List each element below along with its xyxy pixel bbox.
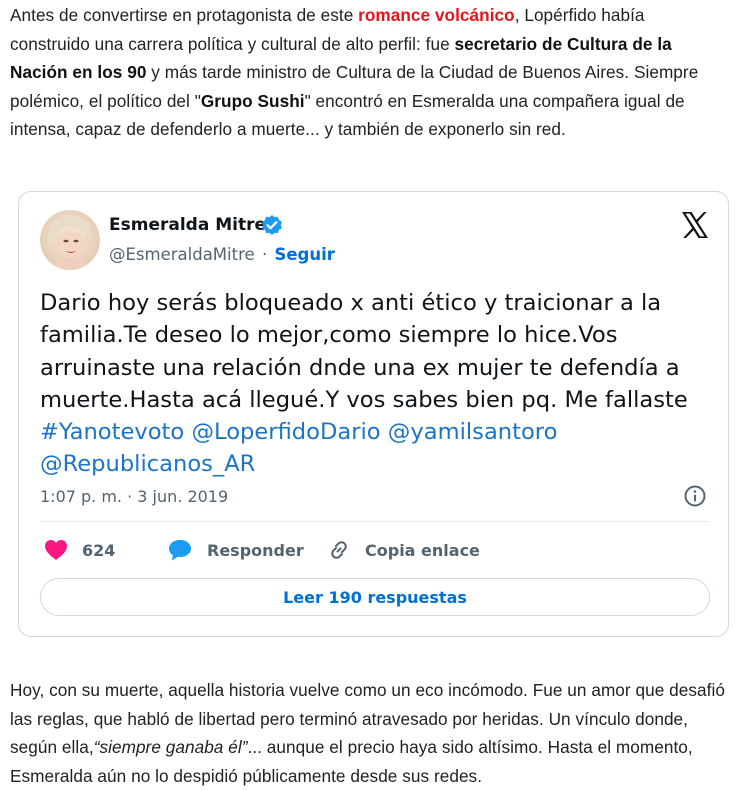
handle-row: @EsmeraldaMitre · Seguir: [109, 245, 335, 264]
tweet-timestamp[interactable]: 1:07 p. m. · 3 jun. 2019: [40, 487, 228, 506]
article-outro-paragraph: Hoy, con su muerte, aquella historia vue…: [10, 676, 725, 790]
romance-volcanico-link[interactable]: romance volcánico: [358, 5, 515, 25]
follow-button[interactable]: Seguir: [274, 245, 334, 264]
tweet-actions: 624 Responder Copia enlace: [40, 536, 710, 564]
reply-label: Responder: [207, 540, 304, 560]
hashtag-yanotevoto[interactable]: #Yanotevoto: [40, 419, 184, 445]
mention-loperfidodario[interactable]: @LoperfidoDario: [191, 419, 380, 445]
tweet-text: Dario hoy serás bloqueado x anti ético y…: [40, 287, 720, 481]
info-icon[interactable]: [683, 484, 707, 508]
avatar[interactable]: [40, 210, 100, 270]
chat-bubble-icon: [169, 540, 191, 561]
separator-dot: ·: [261, 245, 268, 264]
copy-link-label: Copia enlace: [365, 540, 480, 560]
divider: [40, 521, 710, 522]
read-replies-button[interactable]: Leer 190 respuestas: [40, 578, 710, 616]
article-intro-paragraph: Antes de convertirse en protagonista de …: [10, 1, 725, 144]
tweet-body: Dario hoy serás bloqueado x anti ético y…: [40, 290, 688, 413]
like-button[interactable]: 624: [44, 536, 115, 564]
x-logo-icon[interactable]: [679, 209, 711, 241]
verified-badge-icon: [262, 215, 282, 235]
author-handle[interactable]: @EsmeraldaMitre: [109, 245, 255, 264]
copy-link-button[interactable]: Copia enlace: [327, 536, 480, 564]
mention-republicanos-ar[interactable]: @Republicanos_AR: [40, 451, 255, 477]
link-icon: [331, 541, 347, 559]
intro-bold-grupo-sushi: Grupo Sushi: [200, 90, 305, 111]
author-name[interactable]: Esmeralda Mitre: [109, 215, 266, 235]
heart-icon: [45, 540, 67, 560]
embedded-tweet: Esmeralda Mitre @EsmeraldaMitre · Seguir…: [18, 191, 729, 637]
intro-text-1: Antes de convertirse en protagonista de …: [10, 5, 359, 25]
mention-yamilsantoro[interactable]: @yamilsantoro: [388, 419, 558, 445]
reply-button[interactable]: Responder: [167, 536, 304, 564]
outro-quote: “siempre ganaba él”: [93, 737, 248, 757]
likes-count: 624: [82, 540, 116, 560]
